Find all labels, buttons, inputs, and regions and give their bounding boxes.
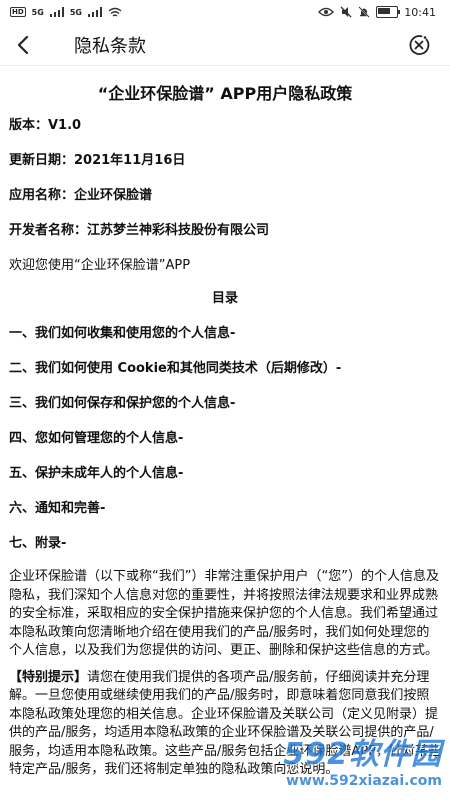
signal-icon bbox=[49, 7, 64, 17]
toc-item[interactable]: 二、我们如何使用 Cookie和其他同类技术（后期修改）- bbox=[9, 359, 450, 379]
notice-text: 请您在使用我们提供的各项产品/服务前，仔细阅读并充分理解。一旦您使用或继续使用我… bbox=[9, 669, 441, 778]
version-line: 版本：V1.0 bbox=[9, 118, 82, 133]
toc-item[interactable]: 七、附录- bbox=[9, 534, 450, 554]
toc-item[interactable]: 一、我们如何收集和使用您的个人信息- bbox=[9, 324, 450, 344]
back-button[interactable] bbox=[16, 30, 46, 60]
notice-label: 【特别提示】 bbox=[9, 669, 88, 685]
signal-icon bbox=[87, 7, 102, 17]
toc-item[interactable]: 四、您如何管理您的个人信息- bbox=[9, 429, 450, 449]
update-date-line: 更新日期：2021年11月16日 bbox=[9, 153, 186, 168]
intro-paragraph: 企业环保脸谱（以下或称“我们”）非常注重保护用户（“您”）的个人信息及隐私，我们… bbox=[9, 569, 439, 658]
status-time: 10:41 bbox=[404, 5, 436, 19]
app-name-line: 应用名称：企业环保脸谱 bbox=[9, 188, 153, 203]
network-type-2: 5G bbox=[69, 7, 82, 17]
page-title: 隐私条款 bbox=[74, 35, 146, 57]
status-right: 10:41 bbox=[318, 6, 436, 19]
toc-item[interactable]: 五、保护未成年人的个人信息- bbox=[9, 464, 450, 484]
hd-badge-icon: HD bbox=[10, 7, 26, 17]
chevron-left-icon bbox=[17, 35, 29, 54]
wifi-icon bbox=[108, 7, 122, 17]
policy-content[interactable]: “企业环保脸谱” APP用户隐私政策 版本：V1.0 更新日期：2021年11月… bbox=[0, 66, 450, 800]
close-button[interactable] bbox=[404, 30, 434, 60]
toc-item[interactable]: 六、通知和完善- bbox=[9, 499, 450, 519]
status-bar: HD 5G 5G 10:41 bbox=[0, 0, 450, 24]
document-title: “企业环保脸谱” APP用户隐私政策 bbox=[97, 84, 353, 103]
status-left: HD 5G 5G bbox=[10, 7, 122, 18]
toc-title: 目录 bbox=[211, 291, 238, 306]
app-header: 隐私条款 bbox=[0, 24, 450, 66]
developer-line: 开发者名称：江苏梦兰神彩科技股份有限公司 bbox=[9, 223, 270, 238]
mute-icon bbox=[340, 6, 352, 18]
toc-item[interactable]: 三、我们如何保存和保护您的个人信息- bbox=[9, 394, 450, 414]
battery-icon bbox=[376, 6, 401, 18]
welcome-text: 欢迎您使用“企业环保脸谱”APP bbox=[9, 258, 191, 273]
notice-paragraph: 【特别提示】请您在使用我们提供的各项产品/服务前，仔细阅读并充分理解。一旦您使用… bbox=[9, 669, 441, 780]
alarm-icon bbox=[358, 6, 370, 18]
close-circle-icon bbox=[409, 34, 430, 55]
eye-icon bbox=[318, 7, 335, 17]
network-type-1: 5G bbox=[31, 7, 44, 17]
